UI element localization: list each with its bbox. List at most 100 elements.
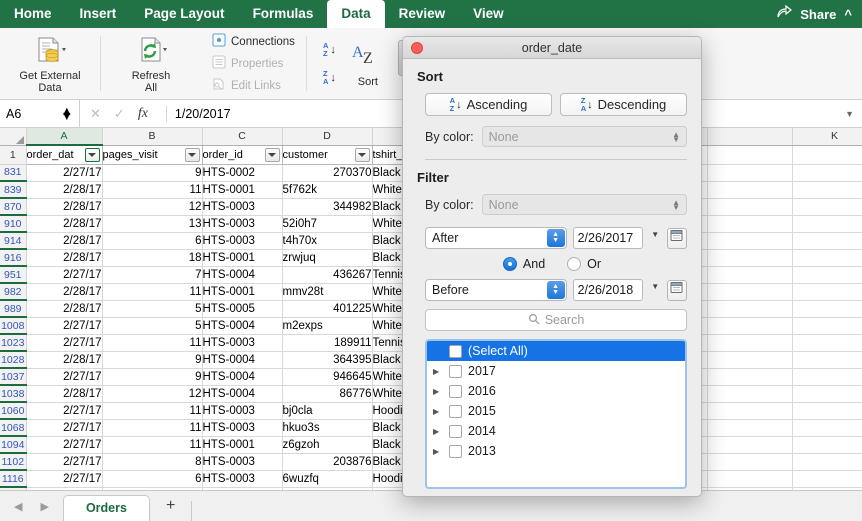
filter-dropdown-order-date-icon[interactable] [84, 148, 100, 162]
cell-empty[interactable] [792, 232, 862, 250]
column-header-K[interactable]: K [792, 128, 862, 146]
header-cell-customer[interactable]: customer [282, 145, 373, 165]
cell-empty[interactable] [792, 198, 862, 216]
cell-pages-visited[interactable]: 11 [102, 283, 203, 301]
cell-empty[interactable] [707, 419, 793, 437]
row-header[interactable]: 1028 [0, 351, 27, 369]
cell-order-id[interactable]: HTS-0005 [202, 300, 283, 318]
cell-empty[interactable] [792, 300, 862, 318]
condition-1-date-dropdown-icon[interactable]: ▼ [649, 227, 660, 249]
cell-pages-visited[interactable]: 11 [102, 419, 203, 437]
cell-order-id[interactable]: HTS-0004 [202, 385, 283, 403]
cell-order-id[interactable]: HTS-0001 [202, 283, 283, 301]
cell-order-date[interactable]: 2/28/17 [26, 300, 103, 318]
cell-pages-visited[interactable]: 7 [102, 266, 203, 284]
cell-empty[interactable] [792, 181, 862, 199]
cell-empty[interactable] [707, 283, 793, 301]
cell-order-id[interactable]: HTS-0004 [202, 351, 283, 369]
cell-order-date[interactable]: 2/27/17 [26, 453, 103, 471]
row-header[interactable]: 982 [0, 283, 27, 301]
cell-order-id[interactable]: HTS-0003 [202, 402, 283, 420]
cell-order-date[interactable]: 2/27/17 [26, 334, 103, 352]
cell-customer[interactable]: 203876 [282, 453, 373, 471]
collapse-ribbon-icon[interactable]: ^ [844, 7, 852, 22]
cell-customer[interactable]: zrwjuq [282, 249, 373, 267]
sort-ascending-button[interactable]: AZ ↓ [319, 38, 340, 62]
cell-order-date[interactable]: 2/28/17 [26, 283, 103, 301]
tab-review[interactable]: Review [385, 0, 460, 28]
cell-order-id[interactable]: HTS-0001 [202, 436, 283, 454]
cell-customer[interactable]: 946645 [282, 368, 373, 386]
sort-descending-button[interactable]: ZA ↓ [319, 66, 340, 90]
condition-2-date-input[interactable]: 2/26/2018 [572, 279, 644, 301]
row-header[interactable]: 831 [0, 164, 27, 182]
cell-empty[interactable] [707, 402, 793, 420]
row-header-1[interactable]: 1 [0, 145, 27, 165]
cell-empty[interactable] [707, 266, 793, 284]
cell-order-date[interactable]: 2/27/17 [26, 470, 103, 488]
row-header[interactable]: 1116 [0, 470, 27, 488]
next-sheet-icon[interactable]: ▶ [40, 500, 48, 513]
expand-triangle-icon[interactable]: ▶ [433, 367, 443, 376]
get-external-data-button[interactable]: Get External Data [8, 28, 92, 99]
filter-list-item[interactable]: ▶ 2016 [427, 381, 685, 401]
and-radio-option[interactable]: And [502, 257, 545, 271]
dialog-title-bar[interactable]: order_date [403, 37, 701, 59]
cell-empty[interactable] [792, 215, 862, 233]
condition-2-operator-select[interactable]: Before ▲ ▼ [425, 279, 567, 301]
cell-pages-visited[interactable]: 11 [102, 334, 203, 352]
cell-customer[interactable]: bj0cla [282, 402, 373, 420]
cell-customer[interactable]: t4h70x [282, 232, 373, 250]
checkbox-icon[interactable] [449, 364, 462, 378]
cell-customer[interactable]: z6gzoh [282, 436, 373, 454]
checkbox-icon[interactable] [449, 384, 462, 398]
cell-order-id[interactable]: HTS-0004 [202, 368, 283, 386]
cell-customer[interactable]: 401225 [282, 300, 373, 318]
cell-order-id[interactable]: HTS-0003 [202, 453, 283, 471]
cell-order-date[interactable]: 2/28/17 [26, 198, 103, 216]
cell-order-date[interactable]: 2/27/17 [26, 402, 103, 420]
cell-customer[interactable]: mmv28t [282, 283, 373, 301]
cell-order-date[interactable]: 2/27/17 [26, 368, 103, 386]
cell-order-date[interactable]: 2/28/17 [26, 385, 103, 403]
cell-empty[interactable] [707, 334, 793, 352]
checkbox-icon[interactable] [449, 404, 462, 418]
row-header[interactable]: 1060 [0, 402, 27, 420]
tab-insert[interactable]: Insert [66, 0, 131, 28]
cell-order-id[interactable]: HTS-0002 [202, 164, 283, 182]
row-header[interactable]: 1023 [0, 334, 27, 352]
name-box[interactable]: A6 ▲ ▼ [0, 100, 80, 127]
or-radio-icon[interactable] [567, 257, 582, 271]
cell-customer[interactable]: 364395 [282, 351, 373, 369]
cell-order-id[interactable]: HTS-0003 [202, 215, 283, 233]
cell-empty[interactable] [707, 385, 793, 403]
cell-pages-visited[interactable]: 6 [102, 232, 203, 250]
cell-empty[interactable] [707, 470, 793, 488]
tab-formulas[interactable]: Formulas [239, 0, 328, 28]
row-header[interactable]: 914 [0, 232, 27, 250]
name-box-stepper-icon[interactable]: ▲ ▼ [61, 104, 73, 122]
expand-formula-bar-icon[interactable]: ▼ [845, 109, 862, 119]
cell-pages-visited[interactable]: 11 [102, 181, 203, 199]
filter-dropdown-pages-visited-icon[interactable] [184, 147, 200, 162]
cell-pages-visited[interactable]: 5 [102, 300, 203, 318]
row-header[interactable]: 1008 [0, 317, 27, 335]
cell-order-date[interactable]: 2/27/17 [26, 419, 103, 437]
empty-header-cell[interactable] [707, 145, 793, 165]
cell-customer[interactable]: 86776 [282, 385, 373, 403]
checkbox-icon[interactable] [449, 344, 462, 358]
cell-order-id[interactable]: HTS-0001 [202, 181, 283, 199]
row-header[interactable]: 1102 [0, 453, 27, 471]
cell-order-date[interactable]: 2/28/17 [26, 215, 103, 233]
cell-order-date[interactable]: 2/27/17 [26, 164, 103, 182]
cell-empty[interactable] [707, 300, 793, 318]
column-header-B[interactable]: B [102, 128, 203, 146]
cell-order-date[interactable]: 2/28/17 [26, 351, 103, 369]
and-radio-icon[interactable] [502, 257, 517, 271]
previous-sheet-icon[interactable]: ◀ [14, 500, 22, 513]
refresh-all-button[interactable]: Refresh All [109, 28, 193, 99]
sort-ascending-dialog-button[interactable]: AZ ↓ Ascending [425, 93, 552, 116]
tab-data[interactable]: Data [327, 0, 385, 28]
condition-1-date-input[interactable]: 2/26/2017 [572, 227, 644, 249]
cell-empty[interactable] [707, 351, 793, 369]
